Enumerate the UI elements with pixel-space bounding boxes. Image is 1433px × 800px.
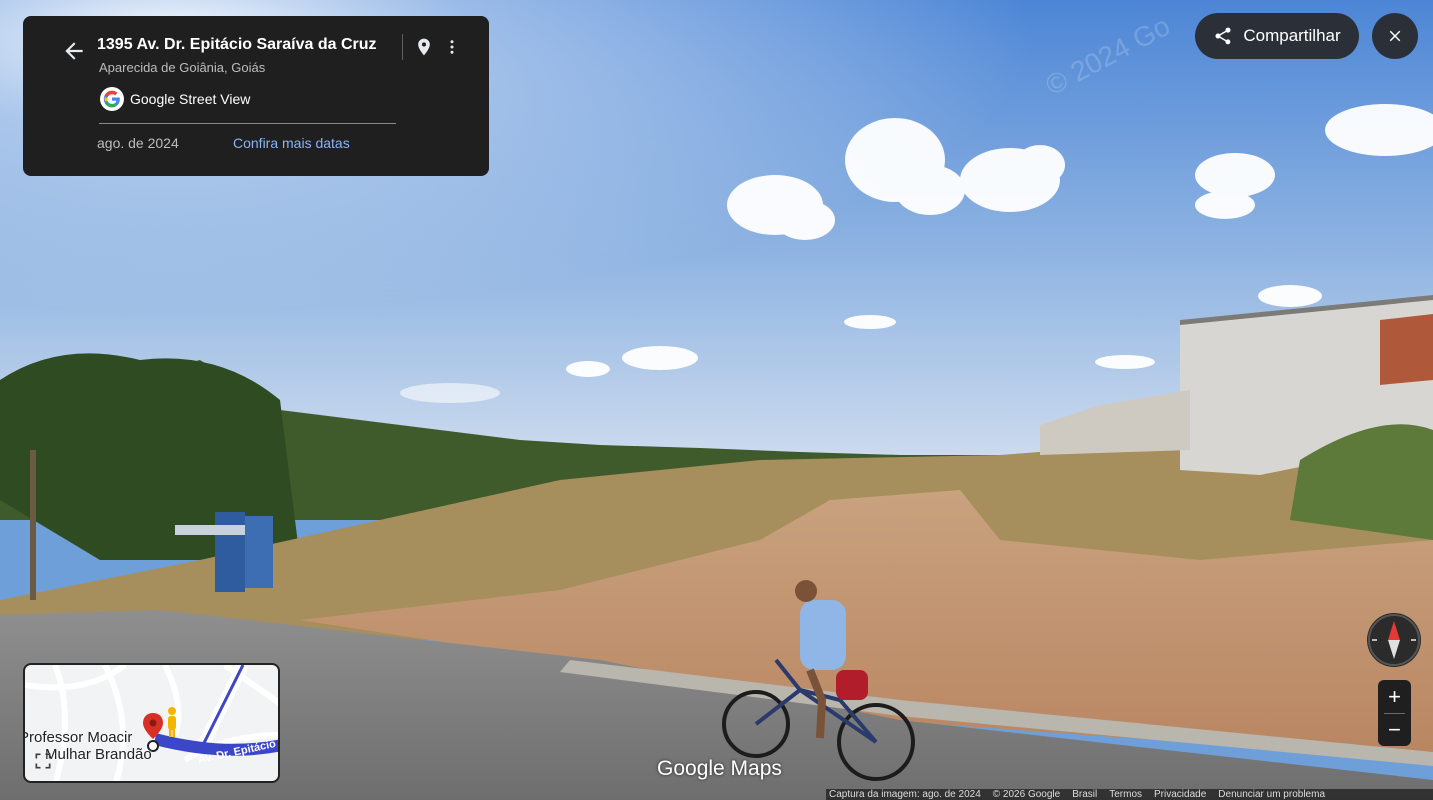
google-g-logo xyxy=(100,87,124,111)
footer-capture-date: Captura da imagem: ago. de 2024 xyxy=(829,789,981,800)
pegman-icon xyxy=(168,707,176,737)
horizontal-divider xyxy=(99,123,396,124)
capture-date: ago. de 2024 xyxy=(97,135,179,151)
close-icon xyxy=(1389,30,1401,42)
map-pin-icon xyxy=(418,38,430,56)
minimap-roads xyxy=(25,665,278,781)
expand-icon xyxy=(35,753,51,769)
minimap[interactable]: Professor Moacir Mulhar Brandão Av. Dr. … xyxy=(23,663,280,783)
minimap-street-label-1: Professor Moacir xyxy=(23,729,133,746)
service-name: Google Street View xyxy=(130,91,251,107)
google-maps-logo: Google Maps xyxy=(657,757,782,780)
close-button[interactable] xyxy=(1372,13,1418,59)
zoom-out-button[interactable]: − xyxy=(1378,713,1411,746)
footer-country-link[interactable]: Brasil xyxy=(1069,789,1106,800)
footer-copyright: © 2026 Google xyxy=(992,789,1061,800)
address-subtitle: Aparecida de Goiânia, Goiás xyxy=(99,60,266,75)
vertical-divider xyxy=(402,34,403,60)
minimap-expand-button[interactable] xyxy=(33,751,53,771)
more-dates-link[interactable]: Confira mais datas xyxy=(233,135,350,151)
location-info-card: 1395 Av. Dr. Epitácio Saraíva da Cruz Ap… xyxy=(23,16,489,176)
footer-bar: Captura da imagem: ago. de 2024 © 2026 G… xyxy=(826,789,1433,800)
share-icon xyxy=(1215,27,1231,45)
service-row: Google Street View xyxy=(100,86,250,112)
footer-report-link[interactable]: Denunciar um problema xyxy=(1215,789,1334,800)
footer-privacy-link[interactable]: Privacidade xyxy=(1151,789,1215,800)
compass-icon xyxy=(1368,614,1420,666)
zoom-control: + − xyxy=(1378,680,1411,746)
more-vert-icon xyxy=(450,40,454,54)
share-label: Compartilhar xyxy=(1243,26,1341,45)
zoom-in-button[interactable]: + xyxy=(1378,680,1411,713)
show-on-map-button[interactable] xyxy=(414,35,434,59)
compass-button[interactable] xyxy=(1367,613,1421,667)
share-button[interactable]: Compartilhar xyxy=(1195,13,1359,59)
more-options-button[interactable] xyxy=(443,35,461,59)
back-button[interactable] xyxy=(61,38,87,64)
address-title: 1395 Av. Dr. Epitácio Saraíva da Cruz xyxy=(97,36,377,53)
minimap-street-label-2: Mulhar Brandão xyxy=(45,746,152,763)
arrow-left-icon xyxy=(65,42,83,60)
footer-terms-link[interactable]: Termos xyxy=(1106,789,1151,800)
